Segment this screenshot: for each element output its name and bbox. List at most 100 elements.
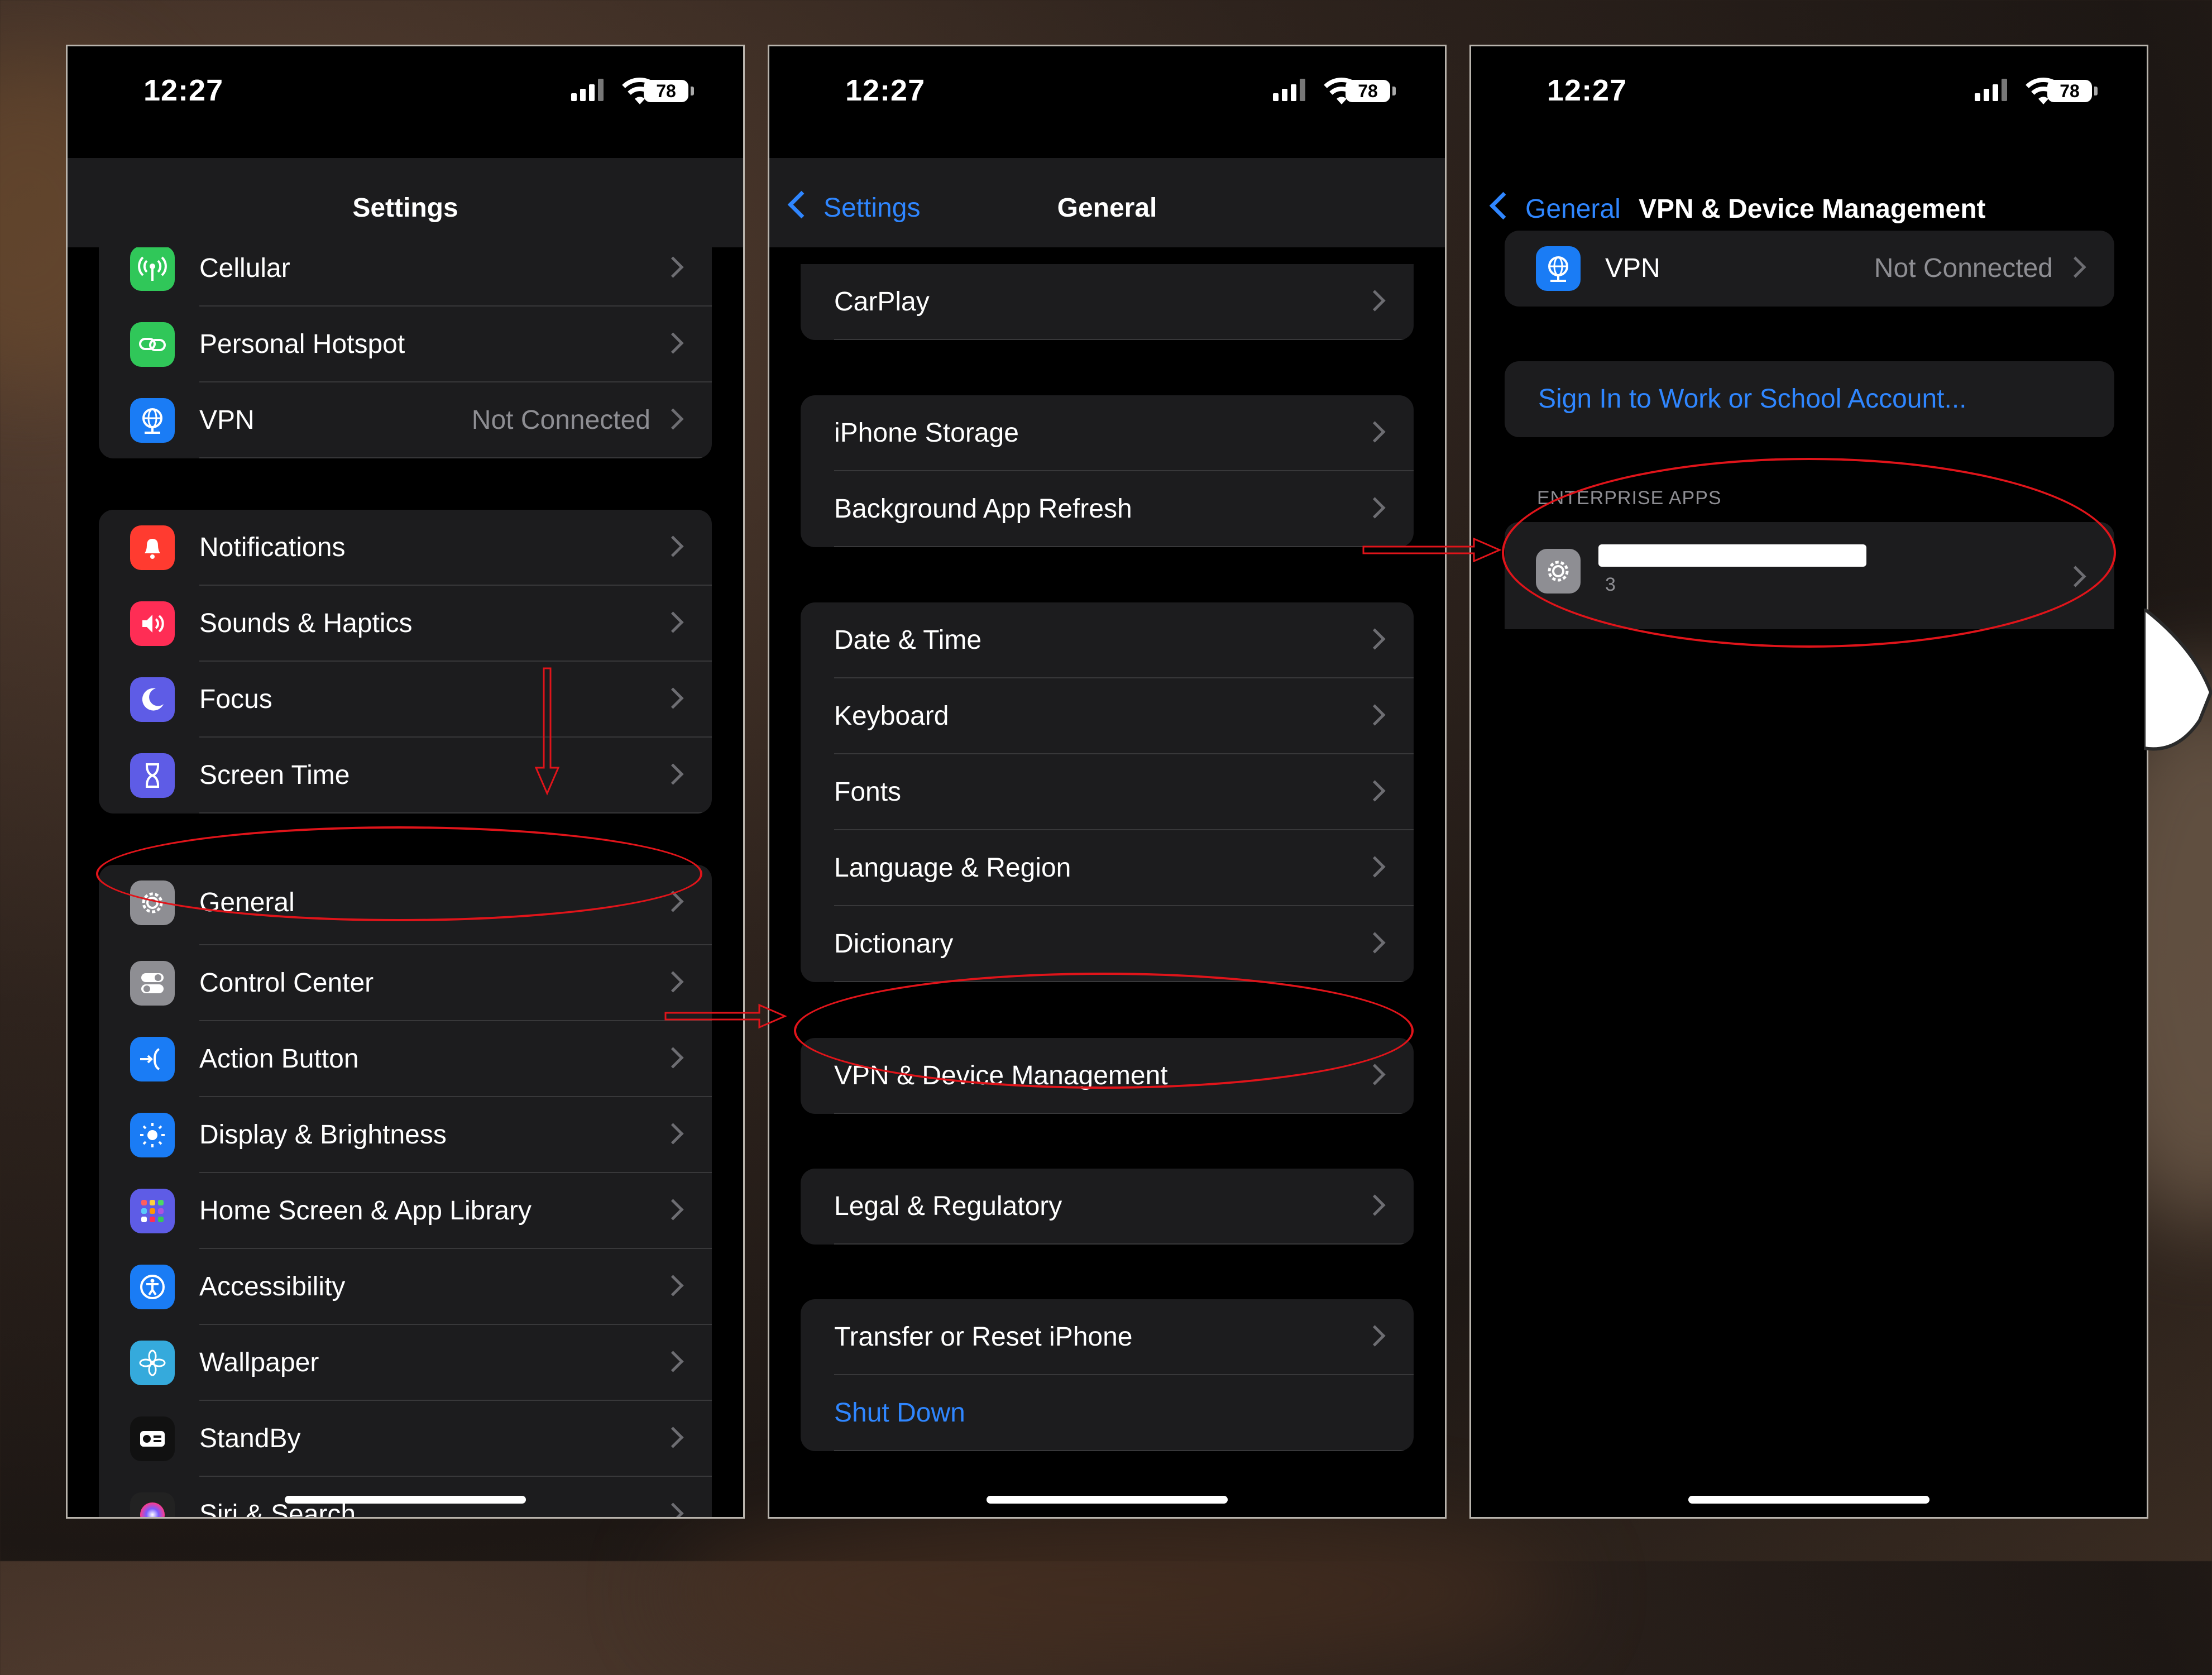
row-accessibility[interactable]: Accessibility: [99, 1249, 712, 1325]
decorative-shape: [2144, 609, 2212, 751]
row-background-app-refresh[interactable]: Background App Refresh: [801, 471, 1414, 547]
battery-icon: 78: [1346, 80, 1396, 102]
row-action-button[interactable]: Action Button: [99, 1021, 712, 1097]
page-title: VPN & Device Management: [1639, 194, 1986, 224]
sun-icon: [130, 1113, 175, 1157]
row-label: Home Screen & App Library: [199, 1196, 532, 1226]
chevron-right-icon: [662, 256, 684, 278]
row-notifications[interactable]: Notifications: [99, 510, 712, 586]
row-legal-and-regulatory[interactable]: Legal & Regulatory: [801, 1169, 1414, 1245]
chevron-right-icon: [662, 971, 684, 993]
chevron-right-icon: [1364, 497, 1386, 519]
row-label: iPhone Storage: [834, 418, 1019, 448]
home-indicator[interactable]: [1688, 1496, 1929, 1504]
row-label: Date & Time: [834, 625, 982, 655]
highlight-oval-enterprise-app: [1502, 458, 2116, 648]
row-display-and-brightness[interactable]: Display & Brightness: [99, 1097, 712, 1173]
row-wallpaper[interactable]: Wallpaper: [99, 1325, 712, 1401]
settings-group-1: Cellular Personal Hotspot VPN Not Connected: [99, 231, 712, 458]
cellular-signal-icon: [571, 79, 604, 101]
chevron-right-icon: [662, 1351, 684, 1372]
status-bar: 12:27 78: [68, 46, 743, 136]
row-iphone-storage[interactable]: iPhone Storage: [801, 395, 1414, 471]
siri-icon: [130, 1492, 175, 1517]
row-label: Sounds & Haptics: [199, 609, 413, 638]
row-transfer-or-reset-iphone[interactable]: Transfer or Reset iPhone: [801, 1299, 1414, 1375]
nav-bar: Settings: [68, 158, 743, 247]
row-separator: [199, 457, 712, 458]
row-separator: [834, 339, 1414, 340]
row-keyboard[interactable]: Keyboard: [801, 678, 1414, 754]
action-icon: [130, 1037, 175, 1081]
vpn-label: VPN: [1605, 253, 1660, 283]
sign-in-row[interactable]: Sign In to Work or School Account...: [1505, 361, 2114, 437]
row-label: Notifications: [199, 533, 346, 562]
row-dictionary[interactable]: Dictionary: [801, 906, 1414, 982]
row-label: Wallpaper: [199, 1348, 319, 1377]
status-time: 12:27: [143, 74, 224, 107]
row-separator: [199, 812, 712, 813]
row-label: Dictionary: [834, 929, 954, 959]
status-bar: 12:27 78: [1471, 46, 2147, 136]
status-bar: 12:27 78: [769, 46, 1445, 136]
chevron-right-icon: [662, 1123, 684, 1145]
row-fonts[interactable]: Fonts: [801, 754, 1414, 830]
sign-in-group: Sign In to Work or School Account...: [1505, 361, 2114, 437]
chevron-right-icon: [662, 611, 684, 633]
cellular-signal-icon: [1273, 79, 1305, 101]
row-label: Screen Time: [199, 760, 350, 790]
row-carplay[interactable]: CarPlay: [801, 264, 1414, 340]
nav-bar: Settings General: [769, 158, 1445, 247]
vpn-group: VPN Not Connected: [1505, 231, 2114, 307]
row-focus[interactable]: Focus: [99, 662, 712, 738]
sign-in-link[interactable]: Sign In to Work or School Account...: [1538, 361, 1967, 437]
home-indicator[interactable]: [987, 1496, 1228, 1504]
grid-icon: [130, 1189, 175, 1233]
row-shut-down[interactable]: Shut Down: [801, 1375, 1414, 1451]
row-separator: [834, 1243, 1414, 1245]
home-indicator[interactable]: [285, 1496, 526, 1504]
row-label: CarPlay: [834, 287, 930, 317]
phone-screen-vpn-device-management: 12:27 78 General VPN & Device Management…: [1469, 45, 2148, 1519]
chevron-right-icon: [662, 1427, 684, 1448]
row-control-center[interactable]: Control Center: [99, 945, 712, 1021]
hourglass-icon: [130, 753, 175, 798]
row-sounds-and-haptics[interactable]: Sounds & Haptics: [99, 586, 712, 662]
row-label: Legal & Regulatory: [834, 1191, 1062, 1221]
chevron-right-icon: [1364, 1325, 1386, 1347]
row-language-and-region[interactable]: Language & Region: [801, 830, 1414, 906]
chevron-right-icon: [1364, 421, 1386, 443]
chevron-right-icon: [1364, 704, 1386, 726]
row-home-screen-and-app-library[interactable]: Home Screen & App Library: [99, 1173, 712, 1249]
row-date-and-time[interactable]: Date & Time: [801, 602, 1414, 678]
chevron-right-icon: [1364, 628, 1386, 650]
chevron-right-icon: [662, 1502, 684, 1517]
phone-screen-general: 12:27 78 Settings General CarPlay iPhone …: [768, 45, 1447, 1519]
general-group-5: Legal & Regulatory: [801, 1169, 1414, 1245]
speaker-icon: [130, 601, 175, 646]
row-separator: [834, 1450, 1414, 1451]
row-label: Personal Hotspot: [199, 329, 405, 359]
row-personal-hotspot[interactable]: Personal Hotspot: [99, 307, 712, 382]
row-vpn[interactable]: VPN Not Connected: [99, 382, 712, 458]
chevron-right-icon: [662, 1047, 684, 1069]
row-label: Language & Region: [834, 853, 1071, 883]
back-button[interactable]: General: [1489, 192, 1621, 224]
antenna-icon: [130, 246, 175, 291]
row-screen-time[interactable]: Screen Time: [99, 738, 712, 813]
chevron-right-icon: [1364, 932, 1386, 954]
link-icon: [130, 322, 175, 367]
cellular-signal-icon: [1975, 79, 2007, 101]
arrow-down-annotation: [534, 667, 560, 796]
chevron-right-icon: [662, 332, 684, 354]
vpn-row[interactable]: VPN Not Connected: [1505, 231, 2114, 307]
row-standby[interactable]: StandBy: [99, 1401, 712, 1477]
battery-icon: 78: [644, 80, 694, 102]
row-separator: [834, 1113, 1414, 1114]
row-label: Display & Brightness: [199, 1120, 447, 1150]
flower-icon: [130, 1341, 175, 1385]
row-label: Control Center: [199, 968, 374, 998]
row-label: Action Button: [199, 1044, 359, 1074]
moon-icon: [130, 677, 175, 722]
chevron-right-icon: [1364, 1194, 1386, 1216]
